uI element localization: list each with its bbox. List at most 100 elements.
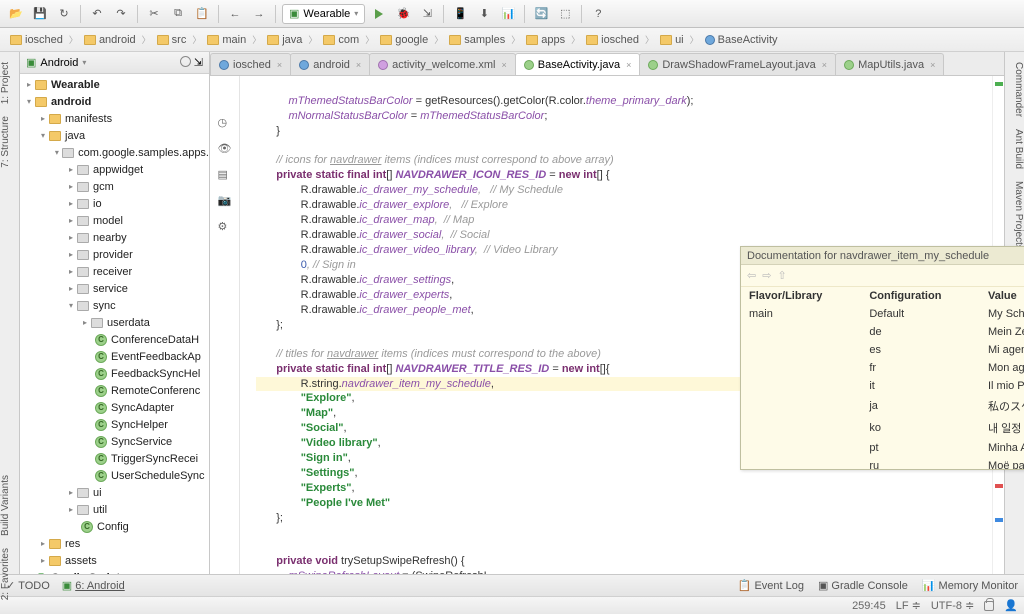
tab-gradle-console[interactable]: ▣ Gradle Console [818,579,908,592]
tree-node[interactable]: model [93,215,123,227]
tree-node[interactable]: sync [93,300,116,312]
tab-structure[interactable]: 7: Structure [0,110,11,174]
tree-node[interactable]: io [93,198,102,210]
tab-favorites[interactable]: 2: Favorites [0,542,11,606]
tree-node[interactable]: UserScheduleSync [111,470,205,482]
tab-ant[interactable]: Ant Build [1005,123,1024,175]
nav-forward-icon[interactable]: ⇨ [762,269,771,282]
tree-node[interactable]: ConferenceDataH [111,334,199,346]
editor-tab[interactable]: BaseActivity.java× [515,53,641,75]
tab-android-logcat[interactable]: ▣ 6: Android [62,579,125,592]
forward-icon[interactable]: → [249,4,269,24]
tree-node[interactable]: assets [65,555,97,567]
tab-maven[interactable]: Maven Projects [1005,175,1024,256]
back-icon[interactable]: ← [225,4,245,24]
tree-node[interactable]: service [93,283,128,295]
editor-tab[interactable]: android× [290,53,370,75]
file-encoding[interactable]: UTF-8 ≑ [931,599,974,612]
project-tool-window: ▣ Android ▾ ⇲ ▸Wearable ▾android ▸manife… [20,52,210,574]
camera-icon[interactable]: 📷 [218,194,232,208]
tab-build-variants[interactable]: Build Variants [0,469,11,542]
project-view-mode[interactable]: Android [40,57,78,69]
tree-node[interactable]: res [65,538,80,550]
tree-node[interactable]: Wearable [51,79,100,91]
tree-node[interactable]: SyncService [111,436,172,448]
tree-node[interactable]: util [93,504,107,516]
sync-icon[interactable]: 🔄 [531,4,551,24]
table-row: ja私のスケジュール [741,395,1024,417]
close-icon[interactable]: × [626,60,631,70]
gear-icon[interactable] [180,56,191,67]
close-icon[interactable]: × [356,60,361,70]
save-icon[interactable]: 💾 [30,4,50,24]
gear-icon[interactable]: ⚙ [218,220,232,234]
tree-node[interactable]: provider [93,249,133,261]
tab-label: iosched [233,59,271,71]
tree-node[interactable]: SyncHelper [111,419,168,431]
collapse-icon[interactable]: ⇲ [194,56,203,69]
editor-tab[interactable]: DrawShadowFrameLayout.java× [639,53,836,75]
structure-icon[interactable]: ⬚ [555,4,575,24]
redo-icon[interactable]: ↷ [111,4,131,24]
cut-icon[interactable]: ✂ [144,4,164,24]
tab-commander[interactable]: Commander [1005,56,1024,123]
tree-node[interactable]: ui [93,487,102,499]
tree-node[interactable]: Gradle Scripts [51,572,126,575]
tab-event-log[interactable]: 📋 Event Log [738,579,804,592]
line-separator[interactable]: LF ≑ [896,599,921,612]
ddms-icon[interactable]: 📊 [498,4,518,24]
lock-icon[interactable] [984,601,994,611]
watch-icon[interactable]: 👁 [218,142,232,156]
tree-node[interactable]: nearby [93,232,127,244]
undo-icon[interactable]: ↶ [87,4,107,24]
refresh-icon[interactable]: ↻ [54,4,74,24]
tree-node[interactable]: gcm [93,181,114,193]
sdk-icon[interactable]: ⬇ [474,4,494,24]
tab-todo[interactable]: ✓ TODO [6,579,50,592]
fold-gutter[interactable] [240,76,256,574]
editor-tab[interactable]: MapUtils.java × [835,53,944,75]
tree-node[interactable]: receiver [93,266,132,278]
tab-project[interactable]: 1: Project [0,56,11,110]
tree-node[interactable]: SyncAdapter [111,402,174,414]
doc-popup-title[interactable]: Documentation for navdrawer_item_my_sche… [741,247,1024,265]
paste-icon[interactable]: 📋 [192,4,212,24]
tree-node[interactable]: android [51,96,91,108]
debug-button[interactable]: 🐞 [393,4,413,24]
editor-tab[interactable]: activity_welcome.xml × [369,53,516,75]
tree-node[interactable]: Config [97,521,129,533]
project-tree[interactable]: ▸Wearable ▾android ▸manifests ▾java ▾com… [20,74,209,574]
nav-up-icon[interactable]: ⇧ [777,269,786,282]
tree-node[interactable]: RemoteConferenc [111,385,200,397]
run-config-selector[interactable]: ▣ Wearable ▾ [282,4,365,24]
close-icon[interactable]: × [501,60,506,70]
run-button[interactable] [369,4,389,24]
xml-file-icon [378,60,388,70]
open-icon[interactable]: 📂 [6,4,26,24]
tab-memory-monitor[interactable]: 📊 Memory Monitor [922,579,1018,592]
tree-node[interactable]: com.google.samples.apps. [78,147,209,159]
close-icon[interactable]: × [822,60,827,70]
avd-icon[interactable]: 📱 [450,4,470,24]
tree-node[interactable]: appwidget [93,164,143,176]
copy-icon[interactable]: ⧉ [168,4,188,24]
close-icon[interactable]: × [277,60,282,70]
tree-node[interactable]: manifests [65,113,112,125]
tab-label: MapUtils.java [858,59,924,71]
tab-label: activity_welcome.xml [392,59,495,71]
close-icon[interactable]: × [930,60,935,70]
history-icon[interactable]: ◷ [218,116,232,130]
help-icon[interactable]: ? [588,4,608,24]
tree-node[interactable]: java [65,130,85,142]
attach-icon[interactable]: ⇲ [417,4,437,24]
caret-position[interactable]: 259:45 [852,600,886,612]
tree-node[interactable]: FeedbackSyncHel [111,368,200,380]
hector-icon[interactable]: 👤 [1004,599,1018,612]
editor-tab[interactable]: iosched × [210,53,291,75]
nav-back-icon[interactable]: ⇦ [747,269,756,282]
tree-node[interactable]: TriggerSyncRecei [111,453,198,465]
tree-node[interactable]: userdata [107,317,150,329]
inspect-icon[interactable]: ▤ [218,168,232,182]
tree-node[interactable]: EventFeedbackAp [111,351,201,363]
documentation-popup[interactable]: Documentation for navdrawer_item_my_sche… [740,246,1024,470]
